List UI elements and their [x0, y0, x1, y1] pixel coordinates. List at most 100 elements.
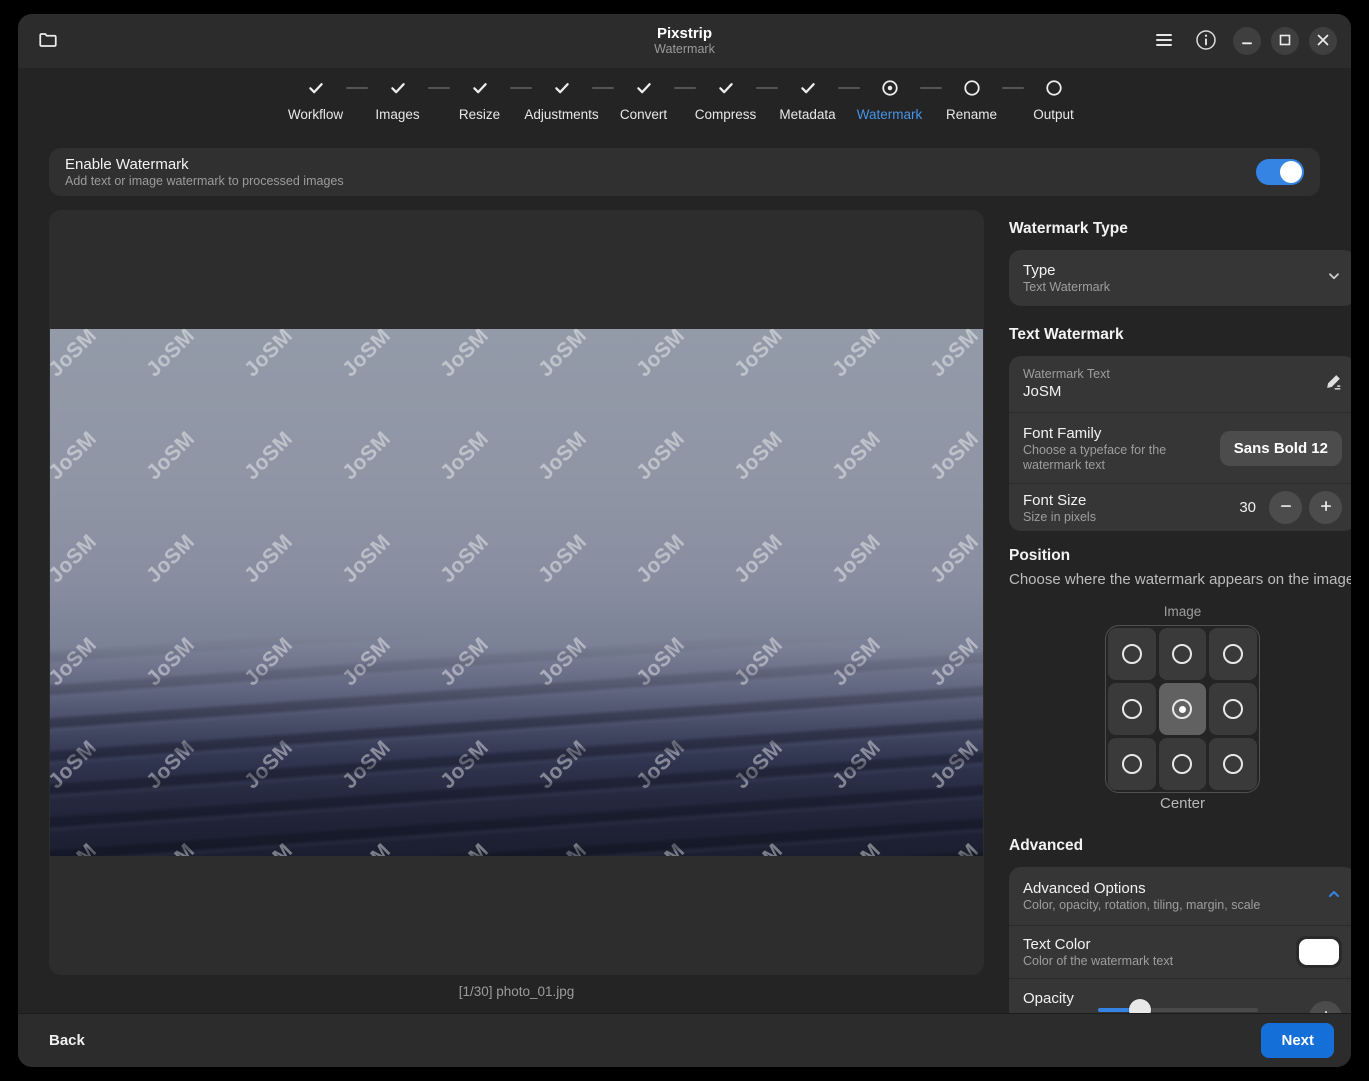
position-selected-label: Center [1009, 795, 1351, 813]
minimize-icon [1241, 34, 1253, 49]
step-watermark[interactable]: Watermark [849, 78, 931, 124]
text-color-desc: Color of the watermark text [1023, 954, 1296, 969]
font-size-texts: Font Size Size in pixels [1023, 491, 1239, 525]
text-watermark-group: Watermark Text JoSM Font Family Choose a… [1009, 356, 1351, 531]
watermark-text-label: Watermark Text [1023, 367, 1324, 382]
step-label: Watermark [857, 106, 923, 124]
ocean-waves-texture [50, 635, 983, 856]
step-rename[interactable]: Rename [931, 78, 1013, 124]
position-cell-center[interactable] [1159, 683, 1207, 735]
radio-empty-icon [1045, 78, 1063, 98]
minus-icon [1279, 499, 1293, 516]
about-button[interactable] [1189, 23, 1223, 60]
enable-watermark-toggle[interactable] [1256, 159, 1304, 185]
watermark-tile: JoSM [142, 427, 200, 485]
advanced-options-desc: Color, opacity, rotation, tiling, margin… [1023, 898, 1326, 913]
plus-icon [1319, 1009, 1333, 1013]
watermark-tile: JoSM [50, 530, 102, 588]
watermark-tile: JoSM [436, 427, 494, 485]
position-cell-middle-left[interactable] [1108, 683, 1156, 735]
text-watermark-heading: Text Watermark [1009, 326, 1351, 344]
font-family-desc: Choose a typeface for the watermark text [1023, 443, 1173, 473]
position-cell-bottom-right[interactable] [1209, 738, 1257, 790]
watermark-text-value: JoSM [1023, 382, 1324, 401]
opacity-slider-knob[interactable] [1129, 999, 1151, 1013]
font-size-decrease-button[interactable] [1269, 491, 1302, 524]
menu-button[interactable] [1149, 27, 1179, 56]
position-cell-middle-right[interactable] [1209, 683, 1257, 735]
check-icon [307, 78, 325, 98]
font-size-increase-button[interactable] [1309, 491, 1342, 524]
check-icon [389, 78, 407, 98]
opacity-reset-button[interactable] [1309, 1001, 1342, 1013]
back-button[interactable]: Back [35, 1024, 99, 1057]
text-color-button[interactable] [1296, 936, 1342, 968]
preview-card: JoSM JoSM JoSM JoSM JoSM JoSM JoSM JoSM JoSM JoSM… [49, 210, 984, 975]
position-cell-bottom-left[interactable] [1108, 738, 1156, 790]
font-family-button[interactable]: Sans Bold 12 [1220, 431, 1342, 466]
step-workflow[interactable]: Workflow [275, 78, 357, 124]
close-button[interactable] [1309, 27, 1337, 55]
radio-empty-icon [963, 78, 981, 98]
plus-icon [1319, 499, 1333, 516]
watermark-tile: JoSM [730, 427, 788, 485]
position-cell-bottom-center[interactable] [1159, 738, 1207, 790]
watermark-tile: JoSM [50, 427, 102, 485]
next-button[interactable]: Next [1261, 1023, 1334, 1058]
opacity-slider[interactable] [1098, 1008, 1258, 1012]
watermark-tile: JoSM [926, 427, 983, 485]
watermark-text-row[interactable]: Watermark Text JoSM [1009, 356, 1351, 412]
text-color-texts: Text Color Color of the watermark text [1023, 935, 1296, 969]
preview-column: JoSM JoSM JoSM JoSM JoSM JoSM JoSM JoSM JoSM JoSM… [49, 210, 984, 1013]
folder-icon [38, 30, 58, 53]
watermark-tile: JoSM [338, 427, 396, 485]
check-icon [717, 78, 735, 98]
step-output[interactable]: Output [1013, 78, 1095, 124]
watermark-tile: JoSM [142, 329, 200, 382]
watermark-text-texts: Watermark Text JoSM [1023, 367, 1324, 401]
edit-icon[interactable] [1324, 373, 1342, 396]
enable-watermark-subtitle: Add text or image watermark to processed… [65, 174, 344, 189]
font-family-texts: Font Family Choose a typeface for the wa… [1023, 424, 1220, 473]
advanced-options-expander[interactable]: Advanced Options Color, opacity, rotatio… [1009, 867, 1351, 925]
step-label: Adjustments [524, 106, 598, 124]
radio-icon [1122, 644, 1142, 664]
type-dropdown-row[interactable]: Type Text Watermark [1009, 250, 1351, 306]
step-label: Images [375, 106, 419, 124]
watermark-tile: JoSM [730, 530, 788, 588]
headerbar: Pixstrip Watermark [18, 14, 1351, 68]
close-icon [1317, 34, 1329, 49]
position-grid [1105, 625, 1260, 793]
app-window: Pixstrip Watermark [18, 14, 1351, 1067]
main-content: JoSM JoSM JoSM JoSM JoSM JoSM JoSM JoSM JoSM JoSM… [49, 210, 1320, 1013]
advanced-options-texts: Advanced Options Color, opacity, rotatio… [1023, 879, 1326, 913]
watermark-type-heading: Watermark Type [1009, 220, 1351, 238]
position-cell-top-center[interactable] [1159, 628, 1207, 680]
position-cell-top-left[interactable] [1108, 628, 1156, 680]
step-label: Resize [459, 106, 500, 124]
step-compress[interactable]: Compress [685, 78, 767, 124]
step-label: Convert [620, 106, 667, 124]
step-images[interactable]: Images [357, 78, 439, 124]
watermark-tile: JoSM [926, 329, 983, 382]
step-label: Metadata [779, 106, 835, 124]
step-label: Workflow [288, 106, 343, 124]
maximize-button[interactable] [1271, 27, 1299, 55]
position-cell-top-right[interactable] [1209, 628, 1257, 680]
step-metadata[interactable]: Metadata [767, 78, 849, 124]
minimize-button[interactable] [1233, 27, 1261, 55]
step-resize[interactable]: Resize [439, 78, 521, 124]
step-adjustments[interactable]: Adjustments [521, 78, 603, 124]
enable-watermark-texts: Enable Watermark Add text or image water… [65, 156, 344, 189]
watermark-tile: JoSM [828, 427, 886, 485]
maximize-icon [1279, 34, 1291, 49]
step-label: Rename [946, 106, 997, 124]
open-folder-button[interactable] [32, 24, 64, 59]
type-value: Text Watermark [1023, 280, 1326, 295]
wizard-stepper: Workflow Images Resize Adjustments Convert Co… [18, 68, 1351, 141]
font-family-label: Font Family [1023, 424, 1220, 443]
text-color-label: Text Color [1023, 935, 1296, 954]
watermark-tile: JoSM [338, 329, 396, 382]
step-convert[interactable]: Convert [603, 78, 685, 124]
radio-selected-icon [881, 78, 899, 98]
